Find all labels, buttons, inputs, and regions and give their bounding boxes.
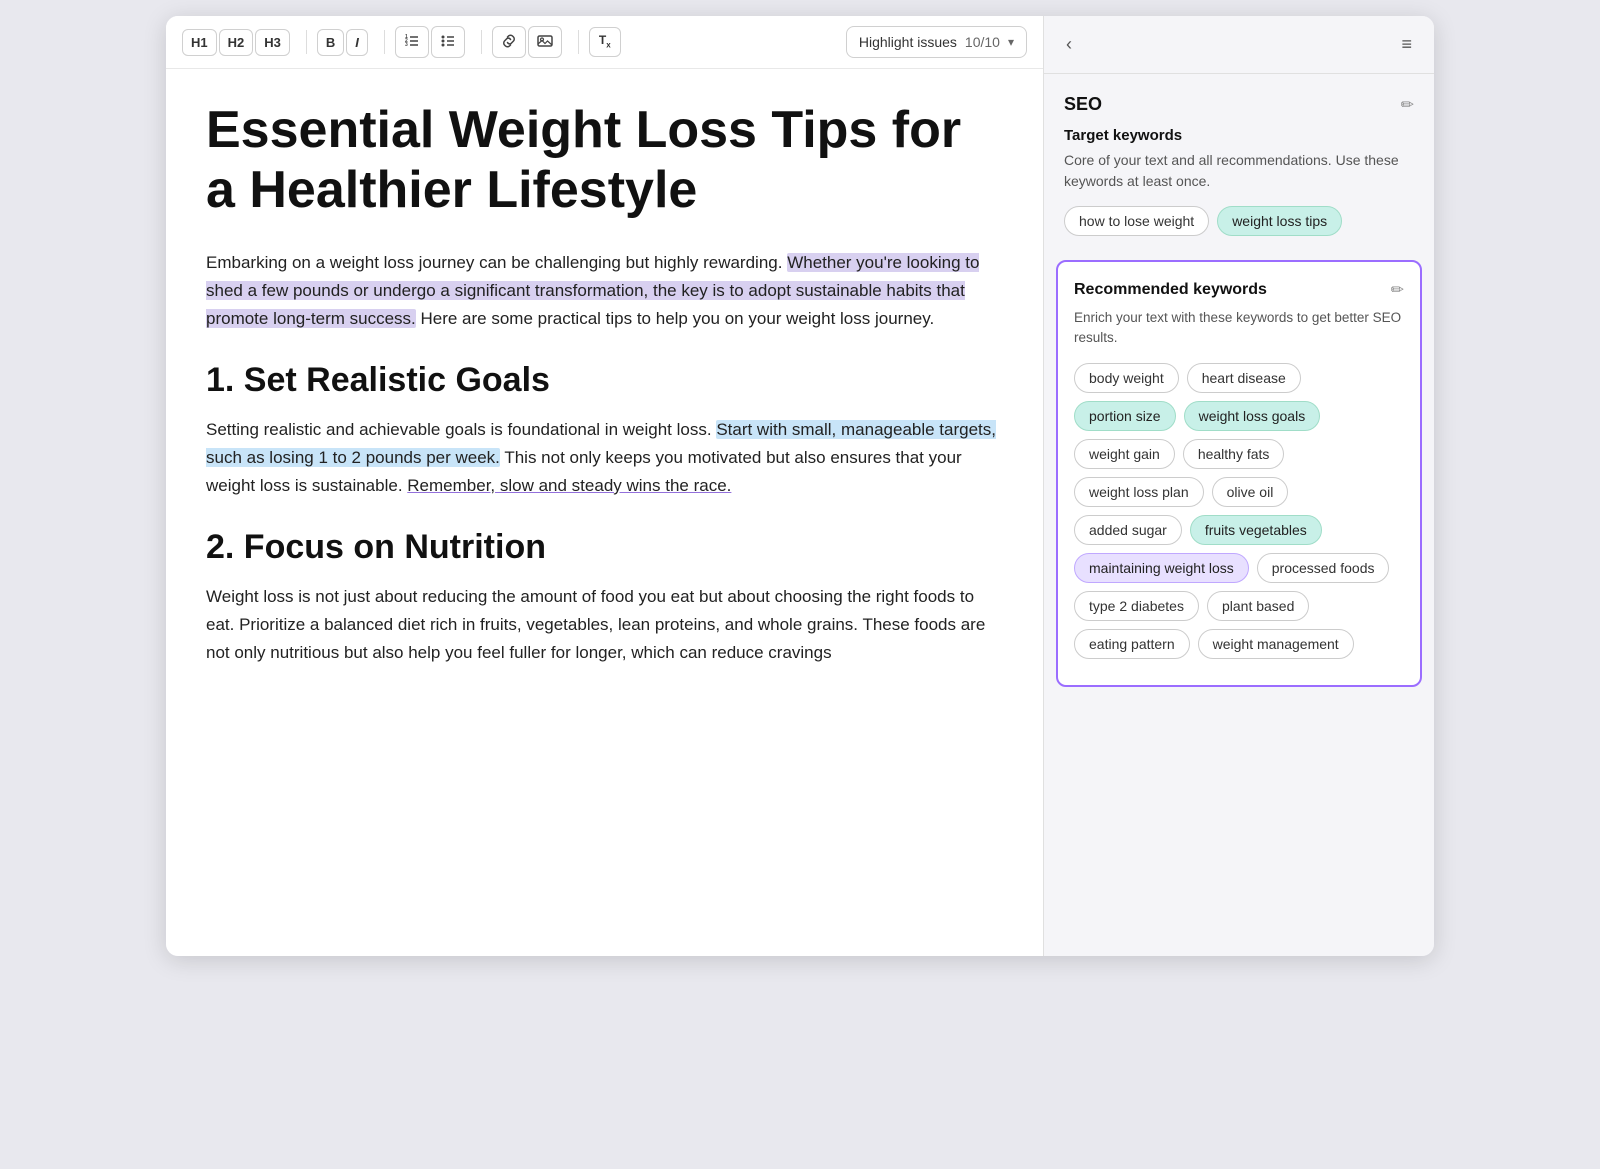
insert-group [492, 26, 562, 58]
keyword-chip[interactable]: weight gain [1074, 439, 1175, 469]
back-button[interactable]: ‹ [1060, 30, 1078, 59]
target-keywords-list: how to lose weight weight loss tips [1064, 206, 1414, 236]
toolbar-separator-4 [578, 30, 579, 54]
editor-content[interactable]: Essential Weight Loss Tips for a Healthi… [166, 69, 1043, 956]
keyword-chip[interactable]: how to lose weight [1064, 206, 1209, 236]
para2-plain: Setting realistic and achievable goals i… [206, 420, 716, 439]
format-group: B I [317, 29, 368, 56]
paragraph-2: Setting realistic and achievable goals i… [206, 416, 1003, 500]
article-title: Essential Weight Loss Tips for a Healthi… [206, 101, 1003, 221]
paragraph-1: Embarking on a weight loss journey can b… [206, 249, 1003, 333]
keyword-chip[interactable]: heart disease [1187, 363, 1301, 393]
seo-main-section: SEO ✏ Target keywords Core of your text … [1044, 74, 1434, 260]
h3-button[interactable]: H3 [255, 29, 290, 56]
keyword-chip[interactable]: weight loss goals [1184, 401, 1321, 431]
panel-scroll: SEO ✏ Target keywords Core of your text … [1044, 74, 1434, 956]
para2-underline: Remember, slow and steady wins the race. [407, 476, 731, 495]
keyword-chip[interactable]: added sugar [1074, 515, 1182, 545]
keyword-chip[interactable]: weight loss plan [1074, 477, 1204, 507]
clear-format-button[interactable]: Tx [589, 27, 621, 56]
h2-button[interactable]: H2 [219, 29, 254, 56]
bold-button[interactable]: B [317, 29, 344, 56]
heading-set-goals: 1. Set Realistic Goals [206, 361, 1003, 400]
chevron-down-icon: ▾ [1008, 35, 1014, 49]
highlight-issues-dropdown[interactable]: Highlight issues 10/10 ▾ [846, 26, 1027, 58]
editor-panel: H1 H2 H3 B I 1 2 3 [166, 16, 1044, 956]
heading-nutrition: 2. Focus on Nutrition [206, 528, 1003, 567]
recommended-section: Recommended keywords ✏ Enrich your text … [1056, 260, 1422, 687]
target-keywords-desc: Core of your text and all recommendation… [1064, 150, 1414, 192]
seo-panel: ‹ ≡ SEO ✏ Target keywords Core of your t… [1044, 16, 1434, 956]
seo-panel-header: ‹ ≡ [1044, 16, 1434, 74]
keyword-chip[interactable]: type 2 diabetes [1074, 591, 1199, 621]
keyword-chip[interactable]: portion size [1074, 401, 1176, 431]
unordered-list-button[interactable] [431, 26, 465, 58]
para1-end: Here are some practical tips to help you… [416, 309, 934, 328]
target-keywords-label: Target keywords [1064, 127, 1414, 144]
seo-title: SEO [1064, 94, 1102, 115]
keyword-chip[interactable]: fruits vegetables [1190, 515, 1322, 545]
svg-text:3: 3 [405, 42, 408, 48]
toolbar-separator-1 [306, 30, 307, 54]
keyword-chip[interactable]: plant based [1207, 591, 1309, 621]
keyword-chip[interactable]: weight loss tips [1217, 206, 1342, 236]
rec-desc: Enrich your text with these keywords to … [1074, 308, 1404, 349]
highlight-label: Highlight issues [859, 34, 957, 50]
toolbar: H1 H2 H3 B I 1 2 3 [166, 16, 1043, 69]
seo-title-row: SEO ✏ [1064, 94, 1414, 115]
target-keywords-section: Target keywords Core of your text and al… [1064, 127, 1414, 236]
link-button[interactable] [492, 26, 526, 58]
para1-plain: Embarking on a weight loss journey can b… [206, 253, 787, 272]
heading-group: H1 H2 H3 [182, 29, 290, 56]
paragraph-3: Weight loss is not just about reducing t… [206, 583, 1003, 667]
toolbar-separator-2 [384, 30, 385, 54]
seo-edit-button[interactable]: ✏ [1401, 95, 1414, 115]
article-body: Embarking on a weight loss journey can b… [206, 249, 1003, 667]
app-container: H1 H2 H3 B I 1 2 3 [166, 16, 1434, 956]
keyword-chip[interactable]: body weight [1074, 363, 1179, 393]
toolbar-separator-3 [481, 30, 482, 54]
rec-section-title-row: Recommended keywords ✏ [1074, 280, 1404, 300]
keyword-chip[interactable]: eating pattern [1074, 629, 1190, 659]
keyword-chip[interactable]: weight management [1198, 629, 1354, 659]
rec-section-title: Recommended keywords [1074, 281, 1267, 299]
italic-button[interactable]: I [346, 29, 368, 56]
h1-button[interactable]: H1 [182, 29, 217, 56]
list-group: 1 2 3 [395, 26, 465, 58]
image-button[interactable] [528, 26, 562, 58]
menu-button[interactable]: ≡ [1395, 30, 1418, 59]
keyword-chip[interactable]: maintaining weight loss [1074, 553, 1249, 583]
keyword-chip[interactable]: olive oil [1212, 477, 1289, 507]
keyword-chip[interactable]: processed foods [1257, 553, 1390, 583]
ordered-list-button[interactable]: 1 2 3 [395, 26, 429, 58]
rec-edit-button[interactable]: ✏ [1391, 280, 1404, 300]
keyword-chip[interactable]: healthy fats [1183, 439, 1285, 469]
highlight-count: 10/10 [965, 34, 1000, 50]
recommended-keywords-list: body weight heart disease portion size weig… [1074, 363, 1404, 659]
